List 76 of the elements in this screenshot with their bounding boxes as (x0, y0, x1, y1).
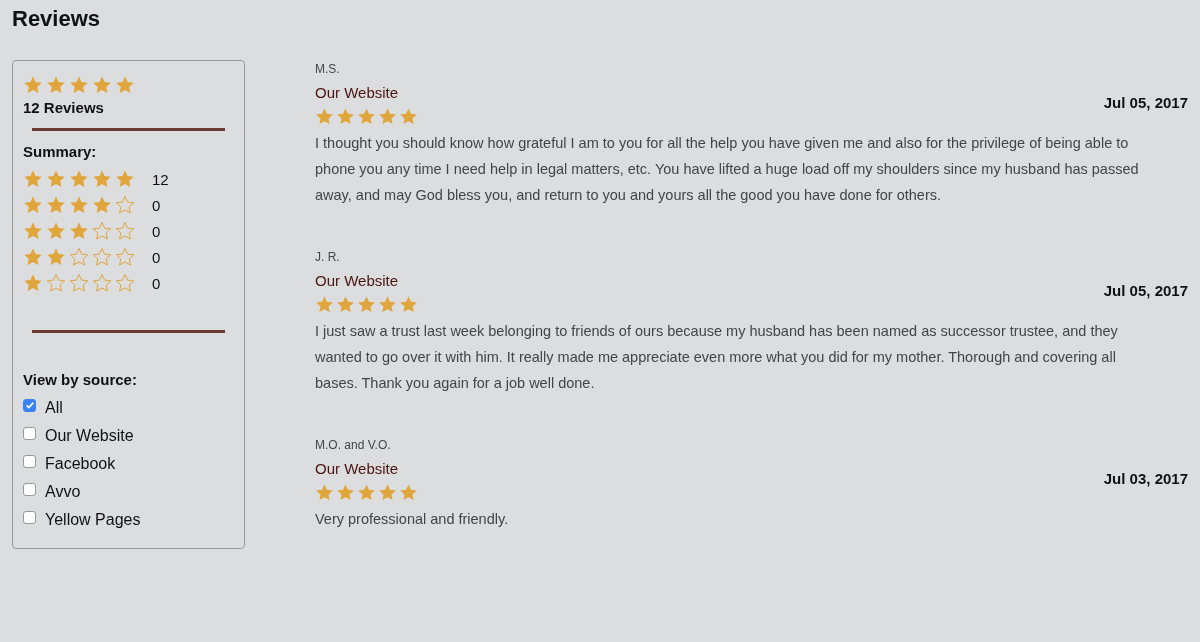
empty-star-icon (115, 195, 135, 215)
filled-star-icon (23, 195, 43, 215)
filled-star-icon (69, 169, 89, 189)
filled-star-icon (46, 247, 66, 267)
filled-star-icon (315, 483, 334, 502)
filled-star-icon (23, 273, 43, 293)
filled-star-icon (23, 169, 43, 189)
filled-star-icon (378, 295, 397, 314)
review-date: Jul 05, 2017 (1103, 94, 1188, 111)
source-label[interactable]: Facebook (45, 455, 116, 473)
review-text: Very professional and friendly. (315, 510, 510, 529)
source-checkbox[interactable] (23, 454, 36, 468)
reviewer-name: M.O. and V.O. (315, 438, 392, 454)
review-text: I just saw a trust last week belonging to friends of ours because my husband has been named as successor trustee, and they wanted to go over it with him. It really made me appreciate even more what you did for my mother. Thorough and covering all bases. Thank you again for a job well done. (315, 322, 1119, 393)
rating-count: 0 (152, 248, 161, 266)
page-title: Reviews (12, 5, 102, 33)
empty-star-icon (92, 221, 112, 241)
source-label[interactable]: Our Website (45, 427, 134, 445)
filled-star-icon (378, 483, 397, 502)
rating-count: 0 (152, 196, 161, 214)
filled-star-icon (92, 169, 112, 189)
summary-label: Summary: (23, 143, 98, 160)
filled-star-icon (399, 483, 418, 502)
filled-star-icon (23, 221, 43, 241)
review-source: Our Website (315, 460, 399, 477)
source-label[interactable]: Yellow Pages (45, 511, 141, 529)
review-date: Jul 03, 2017 (1103, 470, 1188, 487)
filled-star-icon (69, 75, 89, 95)
source-label: View by source: (23, 371, 138, 388)
source-label[interactable]: All (45, 399, 63, 417)
filled-star-icon (357, 483, 376, 502)
rating-count: 12 (152, 170, 169, 188)
filled-star-icon (23, 247, 43, 267)
filled-star-icon (115, 75, 135, 95)
filled-star-icon (46, 221, 66, 241)
empty-star-icon (69, 247, 89, 267)
source-label[interactable]: Avvo (45, 483, 81, 501)
filled-star-icon (357, 107, 376, 126)
rating-count: 0 (152, 274, 161, 292)
review-source: Our Website (315, 272, 399, 289)
empty-star-icon (115, 247, 135, 267)
filled-star-icon (69, 195, 89, 215)
source-checkbox[interactable] (23, 398, 36, 412)
filled-star-icon (399, 107, 418, 126)
filled-star-icon (357, 295, 376, 314)
reviewer-name: M.S. (315, 62, 341, 78)
empty-star-icon (46, 273, 66, 293)
filled-star-icon (315, 107, 334, 126)
filled-star-icon (46, 169, 66, 189)
filled-star-icon (23, 75, 43, 95)
empty-star-icon (115, 221, 135, 241)
reviewer-name: J. R. (315, 250, 341, 266)
review-date: Jul 05, 2017 (1103, 282, 1188, 299)
review-count: 12 Reviews (23, 99, 105, 116)
filled-star-icon (336, 107, 355, 126)
filled-star-icon (115, 169, 135, 189)
filled-star-icon (336, 483, 355, 502)
empty-star-icon (92, 247, 112, 267)
source-checkbox[interactable] (23, 426, 36, 440)
empty-star-icon (69, 273, 89, 293)
filled-star-icon (92, 195, 112, 215)
empty-star-icon (115, 273, 135, 293)
rating-count: 0 (152, 222, 161, 240)
source-checkbox[interactable] (23, 510, 36, 524)
filled-star-icon (46, 195, 66, 215)
filled-star-icon (336, 295, 355, 314)
filled-star-icon (92, 75, 112, 95)
filled-star-icon (378, 107, 397, 126)
source-checkbox[interactable] (23, 482, 36, 496)
empty-star-icon (92, 273, 112, 293)
review-text: I thought you should know how grateful I am to you for all the help you have given me and also for the privilege of being able to phone you any time I need help in legal matters, etc. You have lifted a huge load off my shoulders since my husband has passed away, and may God bless you, and return to you and yours all the good you have done for others. (315, 134, 1140, 205)
review-source: Our Website (315, 84, 399, 101)
filled-star-icon (315, 295, 334, 314)
filled-star-icon (399, 295, 418, 314)
filled-star-icon (46, 75, 66, 95)
filled-star-icon (69, 221, 89, 241)
